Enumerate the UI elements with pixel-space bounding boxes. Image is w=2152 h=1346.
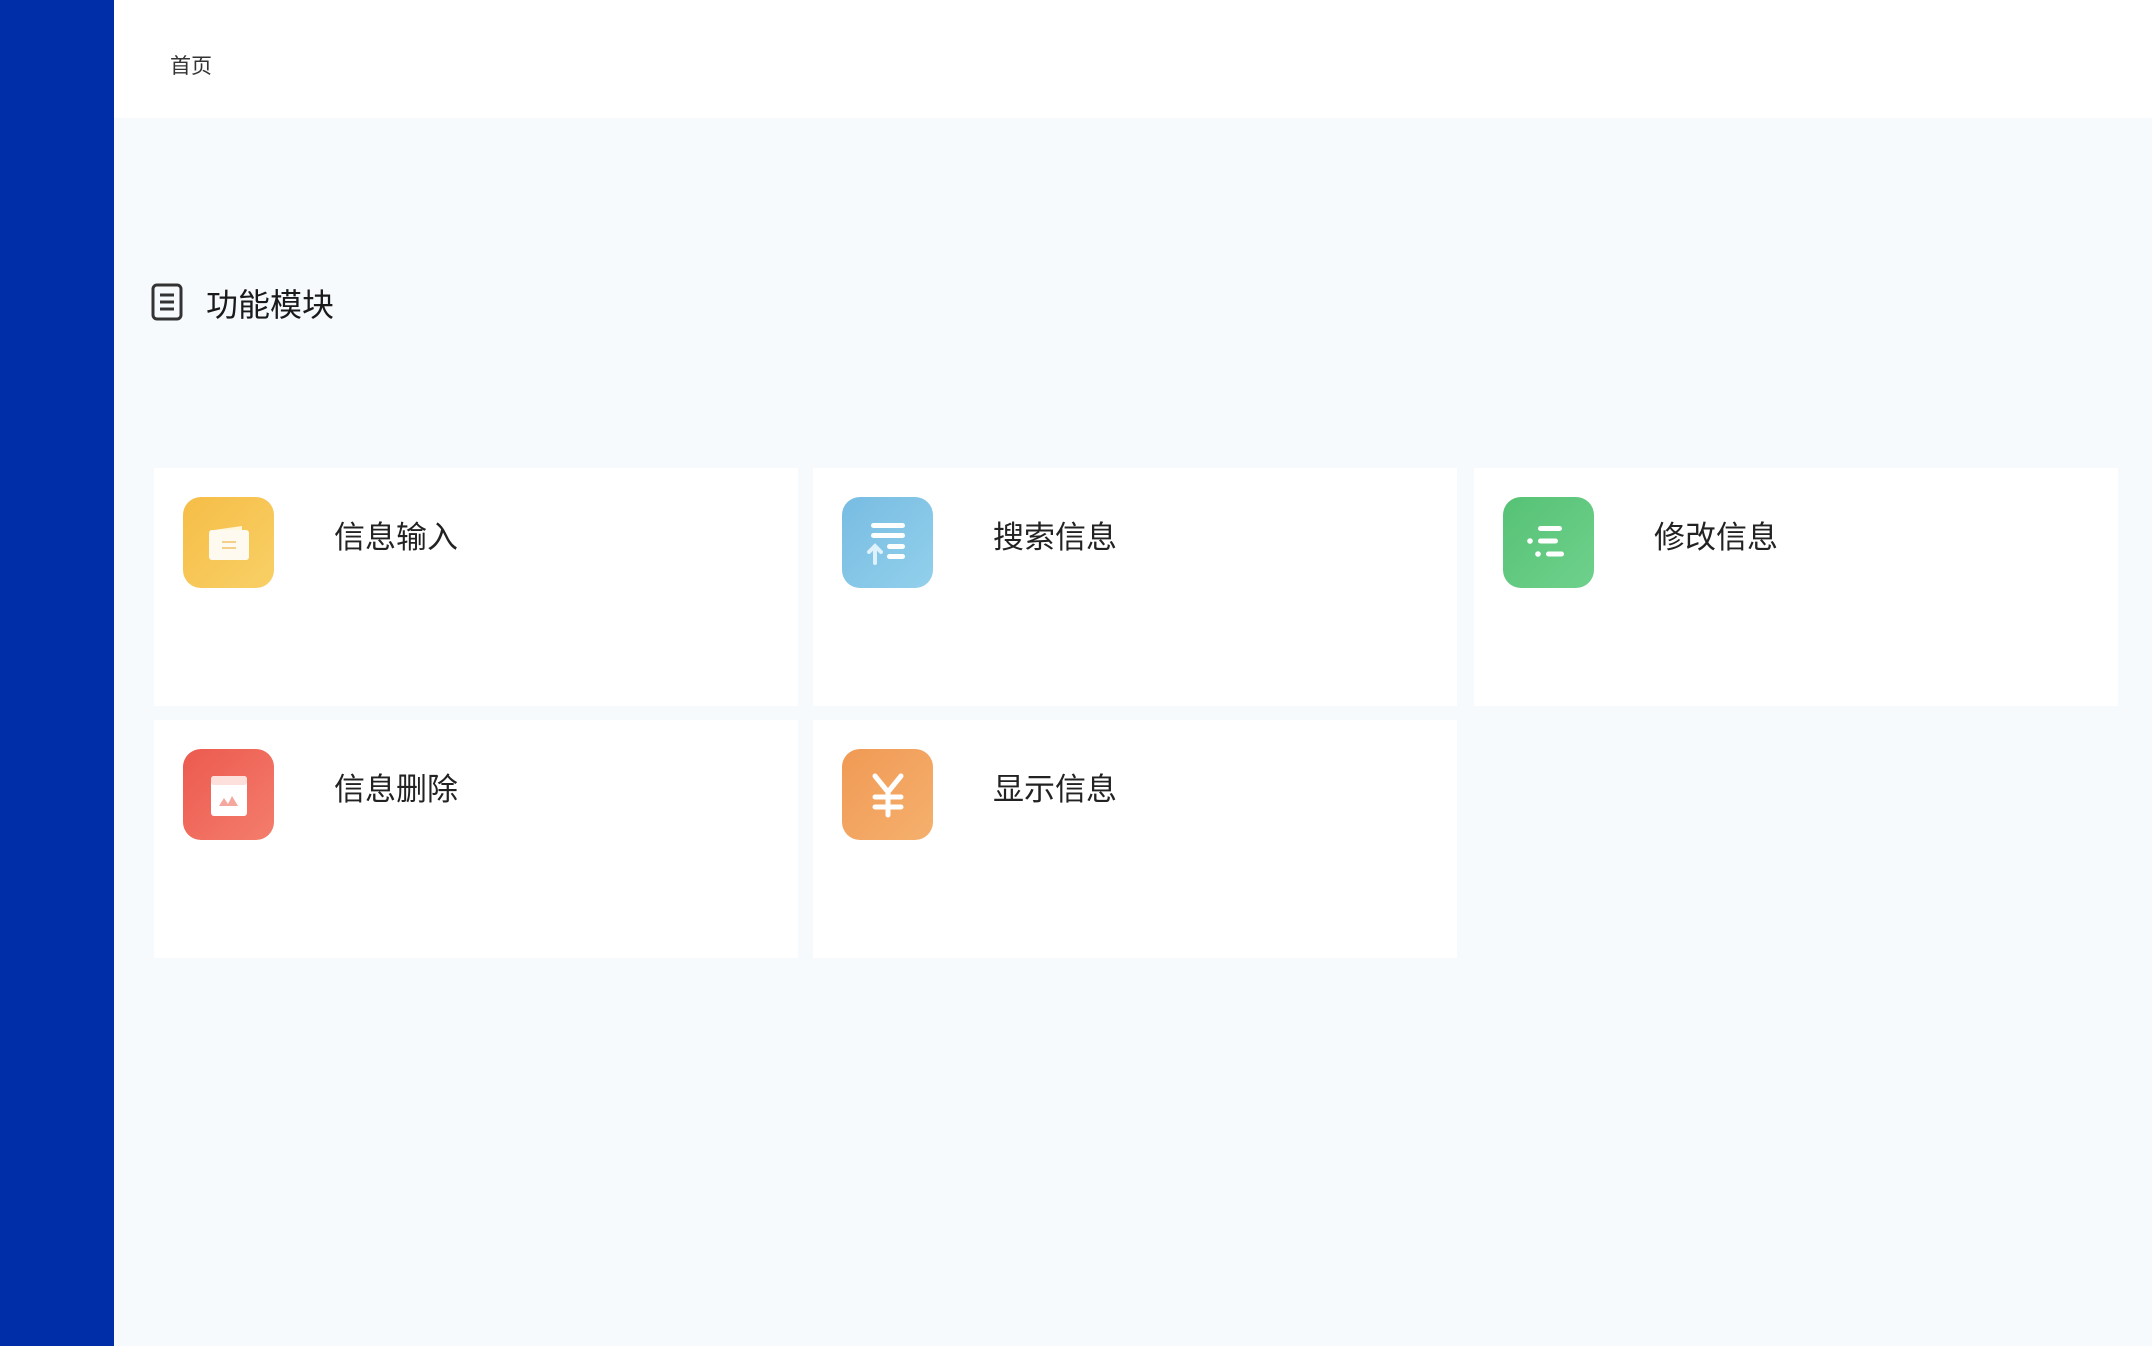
module-label: 修改信息 (1654, 520, 1778, 556)
yen-icon (842, 749, 933, 840)
module-card-delete-info[interactable]: 信息删除 (154, 720, 798, 958)
image-card-icon (183, 749, 274, 840)
list-icon (1503, 497, 1594, 588)
module-label: 信息输入 (334, 520, 458, 556)
section-title: 功能模块 (206, 286, 335, 324)
module-label: 显示信息 (993, 772, 1117, 808)
sidebar (0, 0, 114, 1346)
top-header: 首页 (114, 0, 2152, 118)
module-card-edit-info[interactable]: 修改信息 (1474, 468, 2118, 706)
module-label: 搜索信息 (993, 520, 1117, 556)
document-list-icon (150, 283, 186, 323)
wallet-icon (183, 497, 274, 588)
module-label: 信息删除 (334, 772, 458, 808)
module-card-info-input[interactable]: 信息输入 (154, 468, 798, 706)
module-card-search-info[interactable]: 搜索信息 (813, 468, 1457, 706)
sort-list-icon (842, 497, 933, 588)
breadcrumb-home[interactable]: 首页 (170, 50, 212, 80)
section-heading: 功能模块 (150, 280, 334, 326)
module-card-display-info[interactable]: 显示信息 (813, 720, 1457, 958)
